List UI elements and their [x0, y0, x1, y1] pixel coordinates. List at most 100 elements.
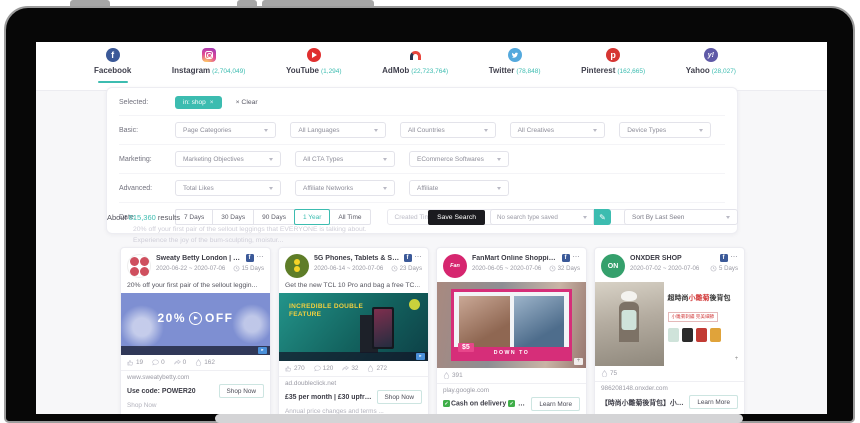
select-creatives[interactable]: All Creatives [510, 122, 606, 138]
ad-text-preview: 20% off your first pair of the sellout l… [133, 225, 375, 246]
ad-footer-text: Shop Now [121, 400, 270, 414]
ad-cta-text: £35 per month | £30 upfront | ... [285, 394, 373, 401]
chip-close-icon[interactable]: × [210, 99, 214, 106]
tab-twitter[interactable]: Twitter(78,848) [489, 48, 541, 83]
chevron-down-icon [497, 187, 501, 190]
admob-icon [408, 48, 422, 62]
segment-1-year[interactable]: 1 Year [294, 209, 330, 225]
more-menu-icon[interactable]: ⋯ [573, 256, 581, 260]
select-affiliate[interactable]: Affiliate [409, 180, 509, 196]
expand-icon[interactable]: + [732, 356, 741, 363]
expand-icon[interactable]: + [574, 358, 583, 365]
ee-logo [409, 299, 420, 310]
facebook-icon: f [720, 254, 728, 262]
tab-count: (1,294) [321, 68, 342, 75]
select-countries[interactable]: All Countries [400, 122, 496, 138]
select-cta-types[interactable]: All CTA Types [295, 151, 395, 167]
ad-duration: 32 Days [558, 265, 580, 272]
select-device-types[interactable]: Device Types [619, 122, 711, 138]
heat-icon [195, 359, 202, 366]
filter-row-basic: Basic: Page Categories All Languages All… [119, 115, 725, 144]
tab-instagram[interactable]: Instagram(2,704,049) [172, 48, 245, 83]
clock-icon [233, 265, 240, 272]
ad-results-grid: Sweaty Betty London | Wom... f ⋯ 2020-06… [120, 247, 748, 414]
ad-stats: 75 [595, 366, 744, 382]
ad-creative-image[interactable]: INCREDIBLE DOUBLEFEATURE ▸ [279, 293, 428, 361]
chevron-down-icon [583, 216, 587, 219]
ad-creative-image[interactable]: 超時尚小雛菊後背包 小雛菊刺繡 完美細節 + [595, 282, 744, 366]
select-ecommerce-softwares[interactable]: ECommerce Softwares [409, 151, 509, 167]
saved-search-dropdown[interactable]: No search type saved [490, 209, 594, 225]
page: f Facebook Instagram(2,704,049) YouTube(… [0, 0, 860, 423]
ad-creative-image[interactable]: 20% OFF ▸ [121, 293, 270, 355]
learn-more-button[interactable]: Learn More [689, 395, 738, 409]
ad-card-ee-phones[interactable]: 5G Phones, Tablets & SIMs | ... f ⋯ 2020… [278, 247, 429, 414]
advertiser-name[interactable]: ONXDER SHOP [630, 255, 717, 262]
video-icon: ▸ [416, 353, 425, 360]
filter-row-marketing: Marketing: Marketing Objectives All CTA … [119, 144, 725, 173]
clear-filters-button[interactable]: × Clear [236, 99, 258, 106]
pinterest-icon: p [606, 48, 620, 62]
learn-more-button[interactable]: Learn More [531, 397, 580, 411]
sort-dropdown[interactable]: Sort By Last Seen [624, 209, 738, 225]
advertiser-name[interactable]: 5G Phones, Tablets & SIMs | ... [314, 255, 401, 262]
check-icon [443, 400, 450, 407]
ad-domain[interactable]: ad.doubleclick.net [279, 377, 428, 388]
select-languages[interactable]: All Languages [290, 122, 386, 138]
yahoo-icon: y! [704, 48, 718, 62]
comment-icon [314, 365, 321, 372]
ad-stats: 391 [437, 368, 586, 384]
edit-saved-search-button[interactable]: ✎ [594, 209, 611, 225]
screen: f Facebook Instagram(2,704,049) YouTube(… [36, 42, 827, 414]
more-menu-icon[interactable]: ⋯ [731, 256, 739, 260]
more-menu-icon[interactable]: ⋯ [415, 256, 423, 260]
chevron-down-icon [383, 187, 387, 190]
advertiser-name[interactable]: Sweaty Betty London | Wom... [156, 255, 243, 262]
ad-domain[interactable]: 986208148.onxder.com [595, 382, 744, 393]
ad-domain[interactable]: www.sweatybetty.com [121, 371, 270, 382]
laptop-base [215, 414, 743, 423]
play-icon[interactable] [189, 312, 202, 325]
filter-chip-shop[interactable]: in: shop× [175, 96, 222, 109]
shop-now-button[interactable]: Shop Now [377, 390, 423, 404]
tab-yahoo[interactable]: y! Yahoo(28,027) [686, 48, 736, 83]
ad-body-text: 20% off your first pair of the sellout l… [121, 282, 270, 293]
product-row [668, 328, 740, 342]
tab-facebook[interactable]: f Facebook [94, 48, 131, 83]
tab-youtube[interactable]: YouTube(1,294) [286, 48, 342, 83]
ad-card-onxder[interactable]: ON ONXDER SHOP f ⋯ 2020-07-02 ~ 2020-07-… [594, 247, 745, 414]
ad-duration: 15 Days [242, 265, 264, 272]
tab-label: Yahoo [686, 66, 710, 75]
clock-icon [391, 265, 398, 272]
more-menu-icon[interactable]: ⋯ [257, 256, 265, 260]
ad-card-sweaty-betty[interactable]: Sweaty Betty London | Wom... f ⋯ 2020-06… [120, 247, 271, 414]
chevron-down-icon [593, 129, 597, 132]
ad-footer-text: Annual price changes and terms ... [279, 406, 428, 414]
shop-now-button[interactable]: Shop Now [219, 384, 265, 398]
ad-creative-image[interactable]: DOWN TO $5 + [437, 282, 586, 368]
results-bar: About 815,360 results Save Search No sea… [107, 208, 738, 226]
select-affiliate-networks[interactable]: Affiliate Networks [295, 180, 395, 196]
ad-domain[interactable]: play.google.com [437, 384, 586, 395]
ad-stats: 270 120 32 272 [279, 361, 428, 377]
advanced-label: Advanced: [119, 185, 175, 192]
heat-icon [601, 370, 608, 377]
select-marketing-objectives[interactable]: Marketing Objectives [175, 151, 281, 167]
save-search-button[interactable]: Save Search [428, 210, 485, 225]
ad-duration: 5 Days [719, 265, 738, 272]
advertiser-avatar: Fan [443, 254, 467, 278]
model-photo [595, 282, 664, 366]
select-total-likes[interactable]: Total Likes [175, 180, 281, 196]
share-icon [174, 359, 181, 366]
ad-date-range: 2020-06-05 ~ 2020-07-06 [472, 265, 541, 272]
ad-card-fanmart[interactable]: Fan FanMart Online Shopping - F... f ⋯ 2… [436, 247, 587, 414]
advertiser-name[interactable]: FanMart Online Shopping - F... [472, 255, 559, 262]
chevron-down-icon [726, 216, 730, 219]
select-page-categories[interactable]: Page Categories [175, 122, 276, 138]
tab-count: (2,704,049) [212, 68, 245, 75]
tab-count: (78,848) [516, 68, 540, 75]
tab-pinterest[interactable]: p Pinterest(162,665) [581, 48, 645, 83]
tab-admob[interactable]: AdMob(22,723,764) [382, 48, 448, 83]
ad-date-range: 2020-06-22 ~ 2020-07-06 [156, 265, 225, 272]
image-subline: 小雛菊刺繡 完美細節 [668, 312, 719, 322]
